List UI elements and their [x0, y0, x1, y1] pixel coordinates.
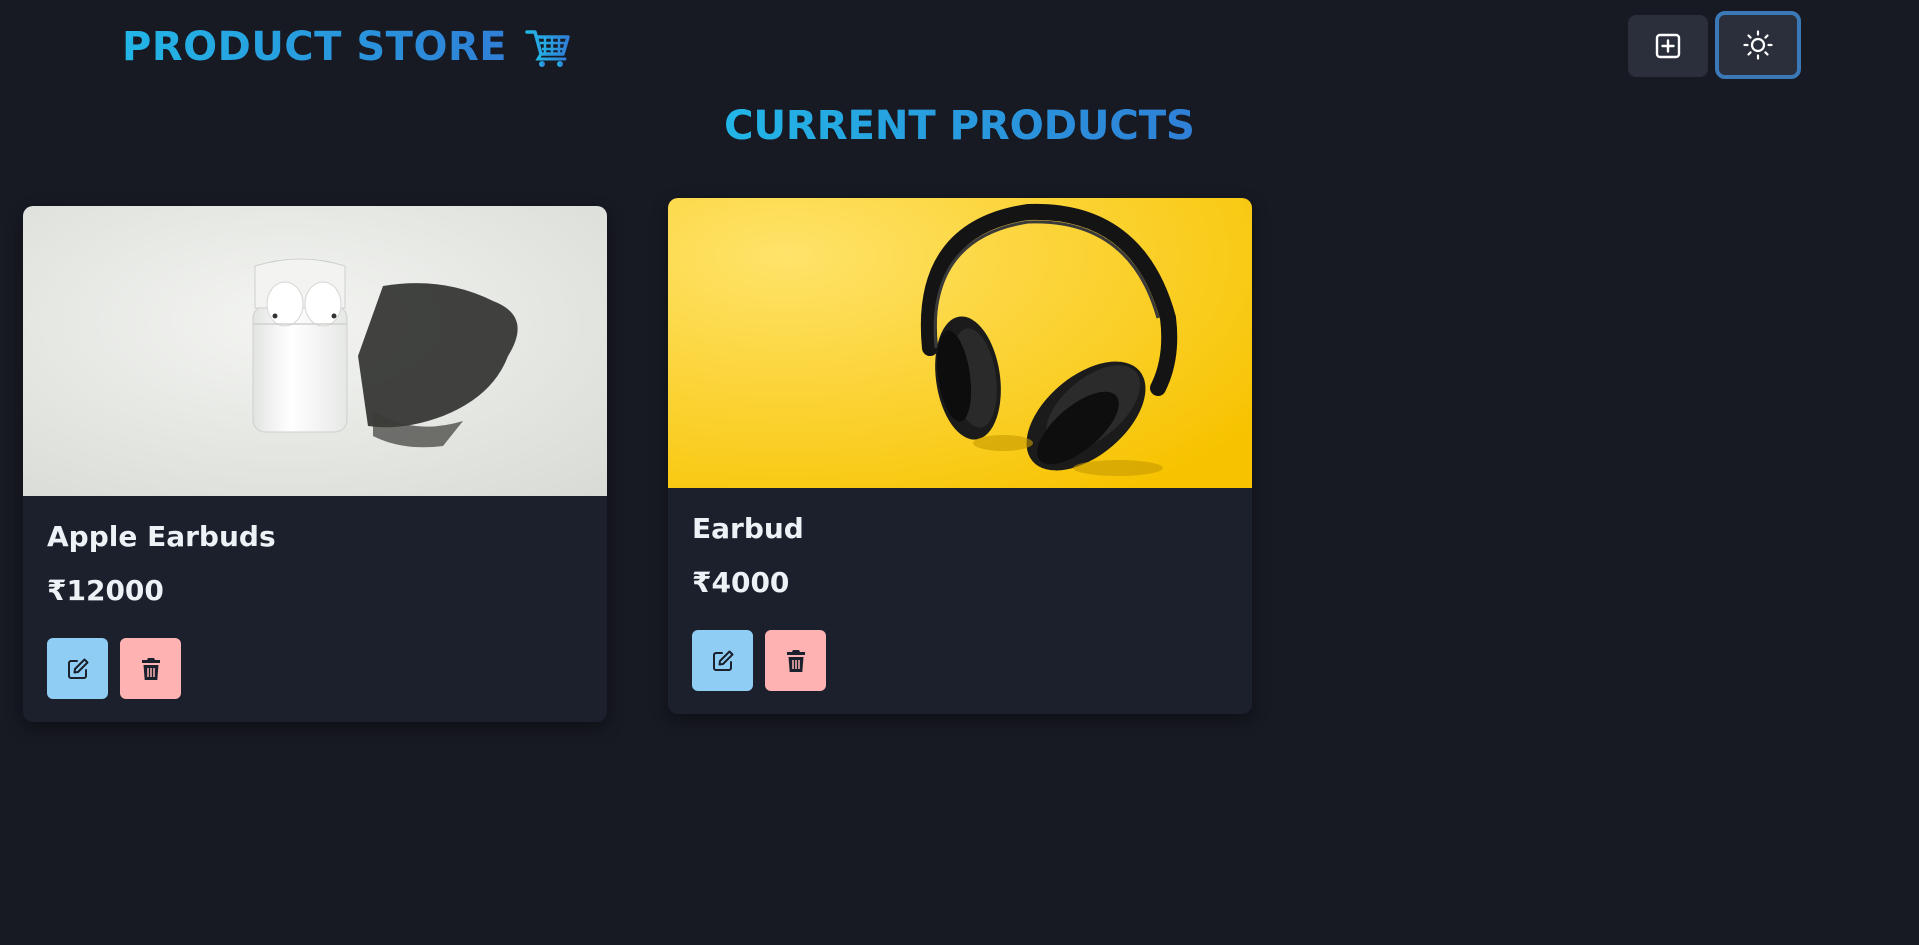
toggle-theme-button[interactable]	[1715, 11, 1801, 79]
edit-icon	[712, 650, 733, 671]
create-product-button[interactable]	[1628, 15, 1708, 77]
edit-product-button[interactable]	[692, 630, 753, 691]
product-price: ₹4000	[692, 566, 790, 599]
brand-title: PRODUCT STORE	[122, 24, 508, 70]
product-card: Earbud ₹4000	[668, 198, 1252, 714]
delete-product-button[interactable]	[765, 630, 826, 691]
product-card: Apple Earbuds ₹12000	[23, 206, 607, 722]
page-title: CURRENT PRODUCTS	[0, 103, 1919, 149]
shopping-cart-icon	[525, 30, 570, 67]
brand-link[interactable]: PRODUCT STORE	[122, 22, 571, 72]
delete-product-button[interactable]	[120, 638, 181, 699]
product-image	[23, 206, 607, 496]
plus-square-icon	[1655, 33, 1681, 59]
product-name: Earbud	[692, 512, 804, 545]
product-name: Apple Earbuds	[47, 520, 276, 553]
trash-icon	[786, 649, 805, 672]
edit-product-button[interactable]	[47, 638, 108, 699]
product-image	[668, 198, 1252, 488]
page: PRODUCT STORE CURRENT PRODUCTS Apple Ear…	[0, 0, 1919, 945]
product-price: ₹12000	[47, 574, 164, 607]
sun-icon	[1743, 30, 1773, 60]
trash-icon	[141, 657, 160, 680]
page-title-text: CURRENT PRODUCTS	[724, 103, 1195, 149]
edit-icon	[67, 658, 88, 679]
